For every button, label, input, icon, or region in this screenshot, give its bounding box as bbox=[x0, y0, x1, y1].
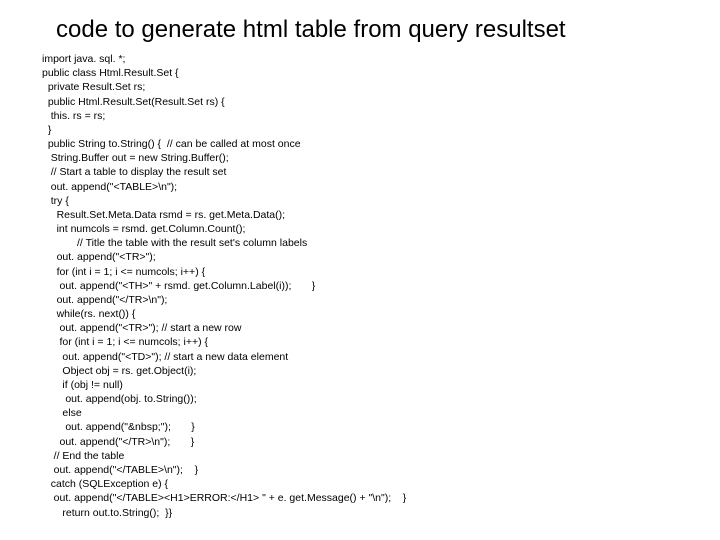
code-block: import java. sql. *; public class Html.R… bbox=[42, 52, 720, 520]
slide-container: code to generate html table from query r… bbox=[0, 0, 720, 540]
slide-title: code to generate html table from query r… bbox=[56, 16, 720, 44]
